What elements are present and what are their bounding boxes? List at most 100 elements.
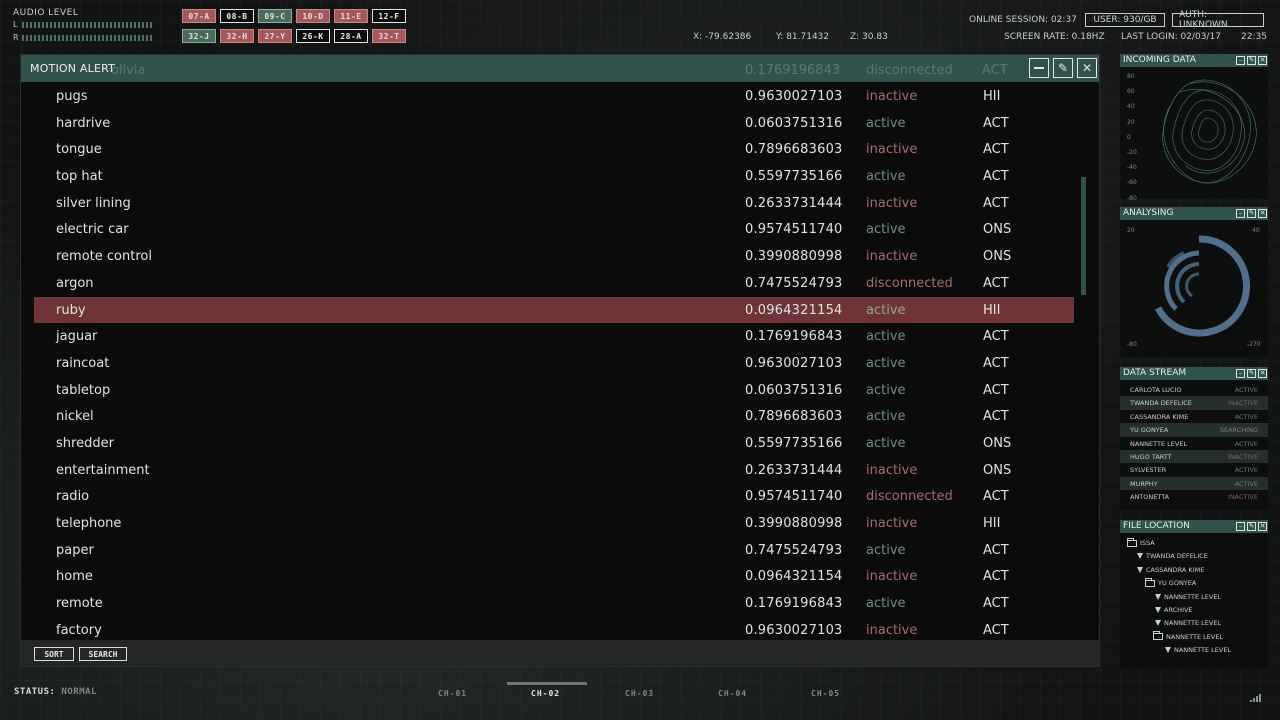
axis-tick-label: 40 [1127, 103, 1135, 111]
tag-button[interactable]: 10-D [296, 9, 330, 23]
list-item[interactable]: SYLVESTER ACTIVE [1120, 463, 1268, 476]
panel-title: DATA STREAM [1123, 368, 1187, 378]
tree-item[interactable]: ARCHIVE [1155, 606, 1193, 614]
table-row[interactable]: remote 0.1769196843 active ACT [34, 590, 1074, 617]
axis-tick-label: -40 [1127, 164, 1137, 172]
list-item[interactable]: CARLOTA LUCIO ACTIVE [1120, 383, 1268, 396]
tree-item[interactable]: TWANDA DEFELICE [1137, 552, 1208, 560]
table-row[interactable]: nickel 0.7896683603 active ACT [34, 403, 1074, 430]
table-row[interactable]: shredder 0.5597735166 active ONS [34, 430, 1074, 457]
table-row[interactable]: remote control 0.3990880998 inactive ONS [34, 243, 1074, 270]
minimize-button[interactable] [1029, 58, 1049, 78]
channel-tab-1[interactable]: CH-01 [438, 689, 467, 698]
row-value: 0.0603751316 [745, 382, 843, 398]
row-name: jaguar [56, 329, 98, 345]
pencil-icon: ✎ [1057, 61, 1069, 75]
tag-button[interactable]: 07-A [182, 9, 216, 23]
table-row[interactable]: hardrive 0.0603751316 active ACT [34, 110, 1074, 137]
stream-status: ACTIVE [1234, 439, 1258, 448]
table-row[interactable]: electric car 0.9574511740 active ONS [34, 216, 1074, 243]
sort-button[interactable]: SORT [34, 647, 74, 661]
channel-tags: 07-A 08-B 09-C 10-D 11-E 12-F 32-J 32-H … [182, 9, 422, 43]
list-item[interactable]: NANNETTE LEVEL ACTIVE [1120, 437, 1268, 450]
scrollbar-thumb[interactable] [1081, 177, 1086, 295]
tree-item[interactable]: YU GONYEA [1145, 577, 1196, 587]
pencil-icon[interactable]: ✎ [1247, 56, 1256, 65]
user-badge[interactable]: USER: 930/GB [1085, 13, 1165, 27]
tree-item[interactable]: ISSA [1127, 537, 1155, 547]
list-item[interactable]: YU GONYEA SEARCHING [1120, 423, 1268, 437]
minimize-icon[interactable]: – [1236, 209, 1245, 218]
row-status: inactive [866, 516, 918, 531]
coord-y: Y: 81.71432 [776, 32, 830, 42]
channel-tab-4[interactable]: CH-04 [718, 689, 747, 698]
table-row[interactable]: ruby 0.0964321154 active HII [34, 296, 1074, 324]
pencil-icon[interactable]: ✎ [1247, 369, 1256, 378]
tree-item[interactable]: NANNETTE LEVEL [1165, 646, 1231, 654]
tree-item[interactable]: CASSANDRA KIME [1137, 566, 1204, 574]
tag-button[interactable]: 32-J [182, 29, 216, 43]
tree-item[interactable]: NANNETTE LEVEL [1155, 619, 1221, 627]
pencil-icon[interactable]: ✎ [1247, 522, 1256, 531]
table-row[interactable]: silver lining 0.2633731444 inactive ACT [34, 190, 1074, 217]
close-button[interactable]: ✕ [1077, 58, 1097, 78]
search-button[interactable]: SEARCH [79, 647, 127, 661]
tag-button[interactable]: 32-H [220, 29, 254, 43]
row-status: active [866, 382, 906, 398]
channel-tab-3[interactable]: CH-03 [625, 689, 654, 698]
list-item[interactable]: TWANDA DEFELICE INACTIVE [1120, 396, 1268, 410]
close-icon[interactable]: ✕ [1258, 209, 1267, 218]
row-status: disconnected [866, 489, 953, 505]
ghost-row-num: 0.1769196843 [745, 63, 841, 78]
minimize-icon[interactable]: – [1236, 369, 1245, 378]
close-icon[interactable]: ✕ [1258, 56, 1267, 65]
table-row[interactable]: top hat 0.5597735166 active ACT [34, 163, 1074, 190]
row-name: tongue [56, 142, 102, 158]
tree-item[interactable]: NANNETTE LEVEL [1153, 631, 1224, 641]
table-row[interactable]: radio 0.9574511740 disconnected ACT [34, 483, 1074, 510]
table-row[interactable]: paper 0.7475524793 active ACT [34, 537, 1074, 564]
list-item[interactable]: CASSANDRA KIME ACTIVE [1120, 410, 1268, 423]
table-row[interactable]: pugs 0.9630027103 inactive HII [34, 83, 1074, 110]
tag-button[interactable]: 32-T [372, 29, 406, 43]
tag-button[interactable]: 09-C [258, 9, 292, 23]
table-row[interactable]: tabletop 0.0603751316 active ACT [34, 377, 1074, 404]
row-status: inactive [866, 569, 918, 585]
close-icon[interactable]: ✕ [1258, 522, 1267, 531]
tag-button[interactable]: 11-E [334, 9, 368, 23]
row-value: 0.7475524793 [745, 275, 843, 291]
window-titlebar[interactable]: olivia 0.1769196843 disconnected ACT MOT… [21, 55, 1099, 82]
table-row[interactable]: argon 0.7475524793 disconnected ACT [34, 270, 1074, 297]
axis-tick-label: -20 [1127, 149, 1137, 156]
channel-tab-5[interactable]: CH-05 [811, 689, 840, 698]
row-code: ONS [983, 249, 1012, 265]
table-row[interactable]: entertainment 0.2633731444 inactive ONS [34, 457, 1074, 484]
close-icon[interactable]: ✕ [1258, 369, 1267, 378]
file-location-panel: FILE LOCATION – ✎ ✕ ISSA TWANDA DEFELICE C… [1120, 520, 1268, 668]
minimize-icon[interactable]: – [1236, 56, 1245, 65]
tree-item-label: NANNETTE LEVEL [1166, 632, 1224, 641]
stream-status: ACTIVE [1234, 412, 1258, 421]
list-item[interactable]: ANTONETTA INACTIVE [1120, 490, 1268, 503]
list-item[interactable]: HUGO TARTT INACTIVE [1120, 449, 1268, 464]
table-row[interactable]: jaguar 0.1769196843 active ACT [34, 323, 1074, 350]
table-row[interactable]: telephone 0.3990880998 inactive HII [34, 510, 1074, 537]
row-value: 0.0964321154 [745, 569, 843, 585]
tag-button[interactable]: 08-B [220, 9, 254, 23]
tree-item[interactable]: NANNETTE LEVEL [1155, 593, 1221, 601]
triangle-down-icon [1137, 553, 1143, 560]
tag-button[interactable]: 12-F [372, 9, 406, 23]
table-row[interactable]: raincoat 0.9630027103 active ACT [34, 350, 1074, 377]
channel-tab-2[interactable]: CH-02 [531, 689, 560, 698]
tag-button[interactable]: 26-K [296, 29, 330, 43]
pencil-icon[interactable]: ✎ [1247, 209, 1256, 218]
tag-button[interactable]: 28-A [334, 29, 368, 43]
row-code: ONS [983, 222, 1012, 238]
list-item[interactable]: MURPHY ACTIVE [1120, 476, 1268, 491]
table-row[interactable]: tongue 0.7896683603 inactive ACT [34, 136, 1074, 163]
edit-button[interactable]: ✎ [1053, 58, 1073, 78]
table-row[interactable]: home 0.0964321154 inactive ACT [34, 563, 1074, 590]
tag-button[interactable]: 27-Y [258, 29, 292, 43]
minimize-icon[interactable]: – [1236, 522, 1245, 531]
auth-badge[interactable]: AUTH: UNKNOWN [1172, 10, 1264, 30]
